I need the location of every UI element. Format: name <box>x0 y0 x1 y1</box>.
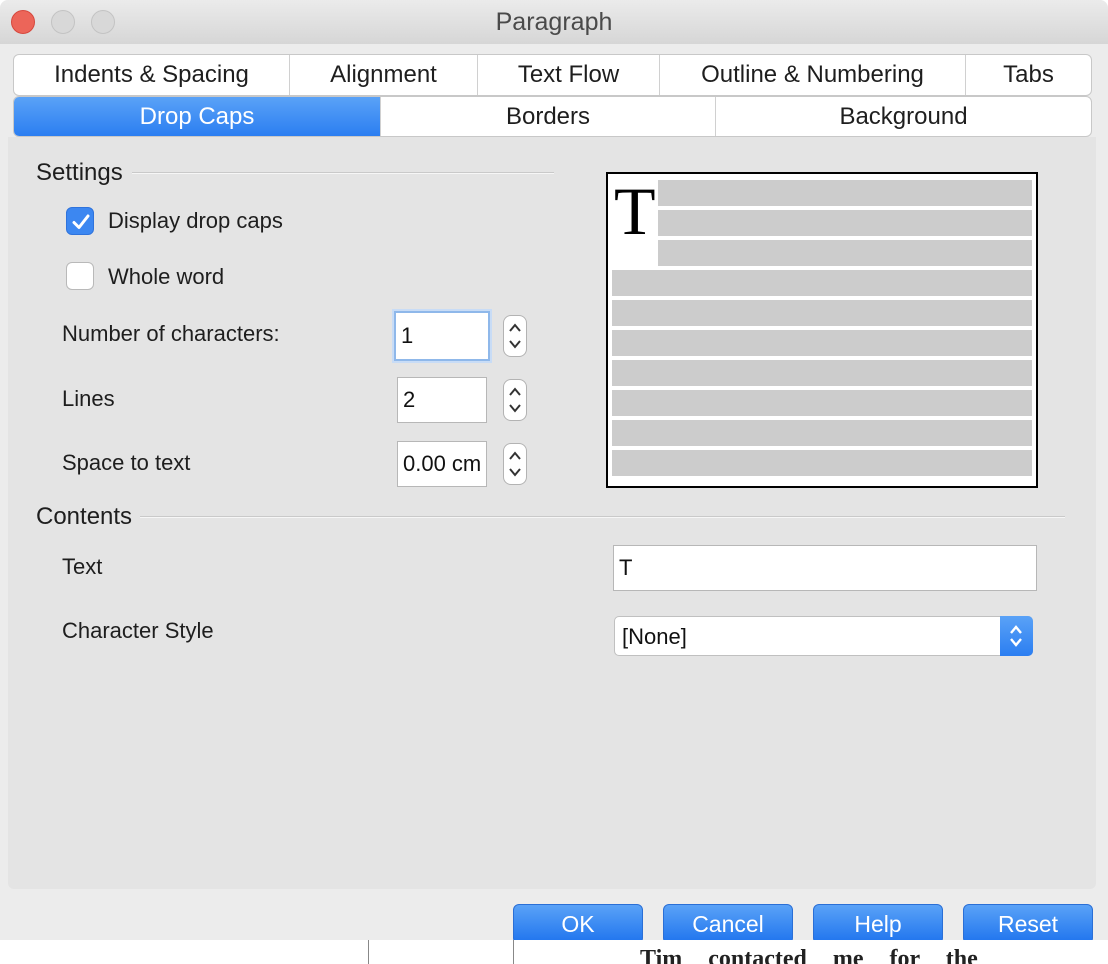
display-drop-caps-label: Display drop caps <box>108 208 283 233</box>
title-bar: Paragraph <box>0 0 1108 44</box>
tab-outline-numbering[interactable]: Outline & Numbering <box>660 55 966 95</box>
preview-line <box>612 390 1032 416</box>
tab-bar-row-2: Drop Caps Borders Background <box>13 96 1092 137</box>
cancel-button[interactable]: Cancel <box>663 904 793 940</box>
preview-line <box>612 420 1032 446</box>
tab-indents-spacing[interactable]: Indents & Spacing <box>14 55 290 95</box>
settings-heading: Settings <box>36 159 123 186</box>
drop-cap-preview: T <box>606 172 1038 488</box>
background-document: Tim contacted me for the <box>0 938 1108 964</box>
preview-line <box>658 180 1032 206</box>
tab-drop-caps[interactable]: Drop Caps <box>14 97 381 136</box>
tab-borders[interactable]: Borders <box>381 97 716 136</box>
stepper-arrows-icon <box>509 451 521 477</box>
preview-line <box>612 450 1032 476</box>
settings-divider <box>132 172 554 174</box>
tab-bar-row-1: Indents & Spacing Alignment Text Flow Ou… <box>13 54 1092 96</box>
tab-text-flow[interactable]: Text Flow <box>478 55 660 95</box>
preview-line <box>658 240 1032 266</box>
character-style-value: [None] <box>622 624 687 649</box>
select-arrows-button[interactable] <box>1000 616 1033 656</box>
lines-input[interactable]: 2 <box>397 377 487 423</box>
stepper-arrows-icon <box>509 323 521 349</box>
contents-divider <box>140 516 1065 518</box>
preview-drop-cap-letter: T <box>614 173 656 249</box>
chevron-up-down-icon <box>1010 625 1022 647</box>
number-of-characters-input[interactable]: 1 <box>394 311 490 361</box>
whole-word-label: Whole word <box>108 264 225 289</box>
ok-button[interactable]: OK <box>513 904 643 940</box>
preview-line <box>612 360 1032 386</box>
document-text: Tim contacted me for the <box>640 946 978 964</box>
number-of-characters-stepper[interactable] <box>503 315 527 357</box>
checkmark-icon <box>72 214 90 229</box>
space-to-text-stepper[interactable] <box>503 443 527 485</box>
tab-background[interactable]: Background <box>716 97 1091 136</box>
stepper-arrows-icon <box>509 387 521 413</box>
paragraph-dialog: Paragraph Indents & Spacing Alignment Te… <box>0 0 1108 940</box>
reset-button[interactable]: Reset <box>963 904 1093 940</box>
tab-alignment[interactable]: Alignment <box>290 55 478 95</box>
character-style-label: Character Style <box>62 618 214 643</box>
drop-cap-text-input[interactable]: T <box>613 545 1037 591</box>
document-ruler-line <box>368 938 369 964</box>
help-button[interactable]: Help <box>813 904 943 940</box>
character-style-select[interactable]: [None] <box>614 616 1033 656</box>
preview-line <box>612 270 1032 296</box>
window-title: Paragraph <box>495 8 613 36</box>
preview-line <box>658 210 1032 236</box>
whole-word-checkbox[interactable] <box>66 262 94 290</box>
preview-line <box>612 330 1032 356</box>
space-to-text-label: Space to text <box>62 450 191 475</box>
preview-line <box>612 300 1032 326</box>
tab-tabs[interactable]: Tabs <box>966 55 1091 95</box>
contents-heading: Contents <box>36 503 133 530</box>
space-to-text-input[interactable]: 0.00 cm <box>397 441 487 487</box>
text-label: Text <box>62 554 103 579</box>
lines-label: Lines <box>62 386 115 411</box>
document-ruler-line <box>513 938 514 964</box>
display-drop-caps-checkbox[interactable] <box>66 207 94 235</box>
lines-stepper[interactable] <box>503 379 527 421</box>
number-of-characters-label: Number of characters: <box>62 321 280 346</box>
